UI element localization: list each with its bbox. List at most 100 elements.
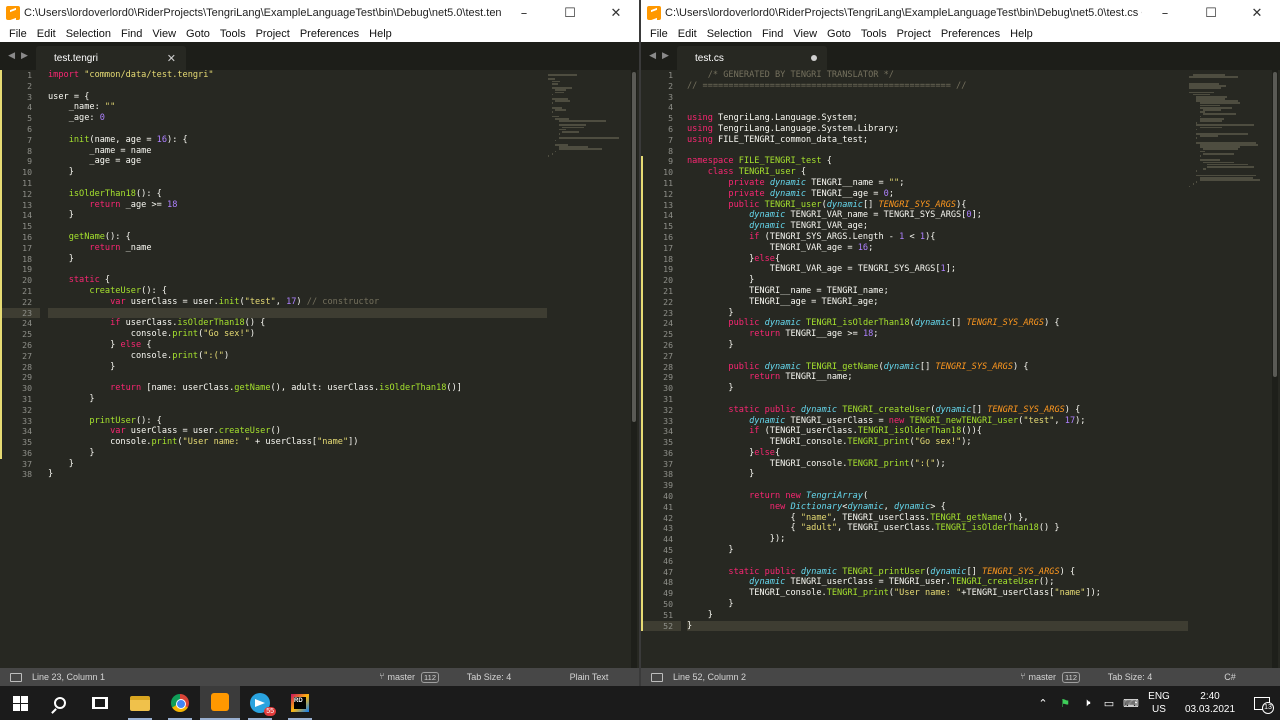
code-line[interactable]: return _name <box>48 243 547 254</box>
code-line[interactable]: if userClass.isOlderThan18() { <box>48 318 547 329</box>
code-line[interactable] <box>687 351 1188 362</box>
code-line[interactable]: isOlderThan18(): { <box>48 189 547 200</box>
title-bar[interactable]: C:\Users\lordoverlord0\RiderProjects\Ten… <box>641 0 1280 26</box>
menu-selection[interactable]: Selection <box>702 26 757 42</box>
code-line[interactable]: } <box>48 469 547 480</box>
code-line[interactable]: } <box>687 599 1188 610</box>
close-button[interactable]: ✕ <box>1234 0 1280 26</box>
menu-goto[interactable]: Goto <box>822 26 856 42</box>
code-line[interactable]: if (TENGRI_userClass.TENGRI_isOlderThan1… <box>687 426 1188 437</box>
menu-edit[interactable]: Edit <box>673 26 702 42</box>
menu-edit[interactable]: Edit <box>32 26 61 42</box>
code-line[interactable]: } <box>687 383 1188 394</box>
code-line[interactable]: _age: 0 <box>48 113 547 124</box>
maximize-button[interactable]: ☐ <box>547 0 593 26</box>
code-line[interactable]: public TENGRI_user(dynamic[] TENGRI_SYS_… <box>687 200 1188 211</box>
code-line[interactable]: } <box>48 254 547 265</box>
code-line[interactable]: } <box>687 469 1188 480</box>
task-view-button[interactable] <box>80 686 120 720</box>
tab-scroll-arrows[interactable]: ◀ ▶ <box>0 42 36 70</box>
menu-find[interactable]: Find <box>116 26 147 42</box>
code-line[interactable] <box>687 146 1188 157</box>
minimap[interactable] <box>1189 74 1271 188</box>
tab-left-arrow-icon[interactable]: ◀ <box>649 51 656 61</box>
code-line[interactable]: using TengriLang.Language.System.Library… <box>687 124 1188 135</box>
code-line[interactable]: namespace FILE_TENGRI_test { <box>687 156 1188 167</box>
code-line[interactable]: TENGRI__name = TENGRI_name; <box>687 286 1188 297</box>
keyboard-icon[interactable]: ⌨ <box>1120 686 1142 720</box>
code-line[interactable]: TENGRI_VAR_age = 16; <box>687 243 1188 254</box>
scrollbar-thumb[interactable] <box>1273 72 1277 377</box>
code-line[interactable]: var userClass = user.init("test", 17) //… <box>48 297 547 308</box>
menu-view[interactable]: View <box>788 26 822 42</box>
panel-toggle-icon[interactable] <box>651 672 663 682</box>
code-editor[interactable]: 1 2 3 4 5 6 7 8 9 10 11 12 13 14 15 16 17 18 19 20 21 22 23 24 2… <box>0 70 639 668</box>
tab-right-arrow-icon[interactable]: ▶ <box>21 51 28 61</box>
rider-button[interactable] <box>280 686 320 720</box>
code-line[interactable]: } <box>48 167 547 178</box>
code-line[interactable]: dynamic TENGRI_userClass = new TENGRI_ne… <box>687 416 1188 427</box>
menu-find[interactable]: Find <box>757 26 788 42</box>
code-line[interactable]: { "adult", TENGRI_userClass.TENGRI_isOld… <box>687 523 1188 534</box>
code-line[interactable]: import "common/data/test.tengri" <box>48 70 547 81</box>
chevron-up-icon[interactable]: ⌃ <box>1032 686 1054 720</box>
network-share-icon[interactable]: ⚑ <box>1054 686 1076 720</box>
code-line[interactable] <box>48 372 547 383</box>
code-line[interactable]: printUser(): { <box>48 416 547 427</box>
code-area[interactable]: import "common/data/test.tengri" user = … <box>48 70 547 668</box>
sublime-text-button[interactable] <box>200 686 240 720</box>
code-line[interactable] <box>687 394 1188 405</box>
code-line[interactable]: console.print("Go sex!") <box>48 329 547 340</box>
tab-left-arrow-icon[interactable]: ◀ <box>8 51 15 61</box>
vertical-scrollbar[interactable] <box>631 70 637 668</box>
tab-test-cs[interactable]: test.cs <box>677 46 827 70</box>
tab-size[interactable]: Tab Size: 4 <box>1080 672 1180 682</box>
code-line[interactable] <box>48 264 547 275</box>
vertical-scrollbar[interactable] <box>1272 70 1278 668</box>
code-line[interactable]: class TENGRI_user { <box>687 167 1188 178</box>
code-line[interactable] <box>687 480 1188 491</box>
code-line[interactable]: createUser(): { <box>48 286 547 297</box>
syntax-mode[interactable]: Plain Text <box>539 672 639 682</box>
syntax-mode[interactable]: C# <box>1180 672 1280 682</box>
code-line[interactable]: } <box>687 340 1188 351</box>
menu-help[interactable]: Help <box>364 26 397 42</box>
notification-center-button[interactable]: 13 <box>1244 686 1280 720</box>
code-line[interactable] <box>48 307 547 319</box>
code-line[interactable] <box>48 405 547 416</box>
code-line[interactable]: var userClass = user.createUser() <box>48 426 547 437</box>
code-line[interactable]: private dynamic TENGRI__age = 0; <box>687 189 1188 200</box>
search-button[interactable] <box>40 686 80 720</box>
code-line[interactable]: TENGRI_VAR_age = TENGRI_SYS_ARGS[1]; <box>687 264 1188 275</box>
menu-file[interactable]: File <box>645 26 673 42</box>
cursor-position[interactable]: Line 23, Column 1 <box>32 672 379 682</box>
code-line[interactable]: if (TENGRI_SYS_ARGS.Length - 1 < 1){ <box>687 232 1188 243</box>
code-line[interactable]: } <box>48 459 547 470</box>
minimize-button[interactable]: – <box>501 0 547 26</box>
code-line[interactable]: return TENGRI__age >= 18; <box>687 329 1188 340</box>
code-line[interactable]: static public dynamic TENGRI_printUser(d… <box>687 567 1188 578</box>
code-area[interactable]: /* GENERATED BY TENGRI TRANSLATOR */// =… <box>687 70 1188 668</box>
scrollbar-thumb[interactable] <box>632 72 636 422</box>
maximize-button[interactable]: ☐ <box>1188 0 1234 26</box>
code-line[interactable] <box>687 92 1188 103</box>
panel-toggle-icon[interactable] <box>10 672 22 682</box>
code-line[interactable]: getName(): { <box>48 232 547 243</box>
minimap[interactable] <box>548 74 630 157</box>
code-line[interactable]: console.print("User name: " + userClass[… <box>48 437 547 448</box>
code-line[interactable]: _name: "" <box>48 102 547 113</box>
code-line[interactable]: user = { <box>48 92 547 103</box>
code-line[interactable]: public dynamic TENGRI_isOlderThan18(dyna… <box>687 318 1188 329</box>
code-line[interactable]: static { <box>48 275 547 286</box>
code-line[interactable]: // =====================================… <box>687 81 1188 92</box>
code-line[interactable]: _age = age <box>48 156 547 167</box>
code-line[interactable]: dynamic TENGRI_VAR_name = TENGRI_SYS_ARG… <box>687 210 1188 221</box>
code-line[interactable]: using TengriLang.Language.System; <box>687 113 1188 124</box>
close-button[interactable]: ✕ <box>593 0 639 26</box>
code-line[interactable]: { "name", TENGRI_userClass.TENGRI_getNam… <box>687 513 1188 524</box>
code-line[interactable] <box>48 81 547 92</box>
code-line[interactable]: }else{ <box>687 448 1188 459</box>
code-line[interactable] <box>687 102 1188 113</box>
code-line[interactable]: return new TengriArray( <box>687 491 1188 502</box>
git-status[interactable]: ⑂ master 112 <box>1020 671 1080 683</box>
